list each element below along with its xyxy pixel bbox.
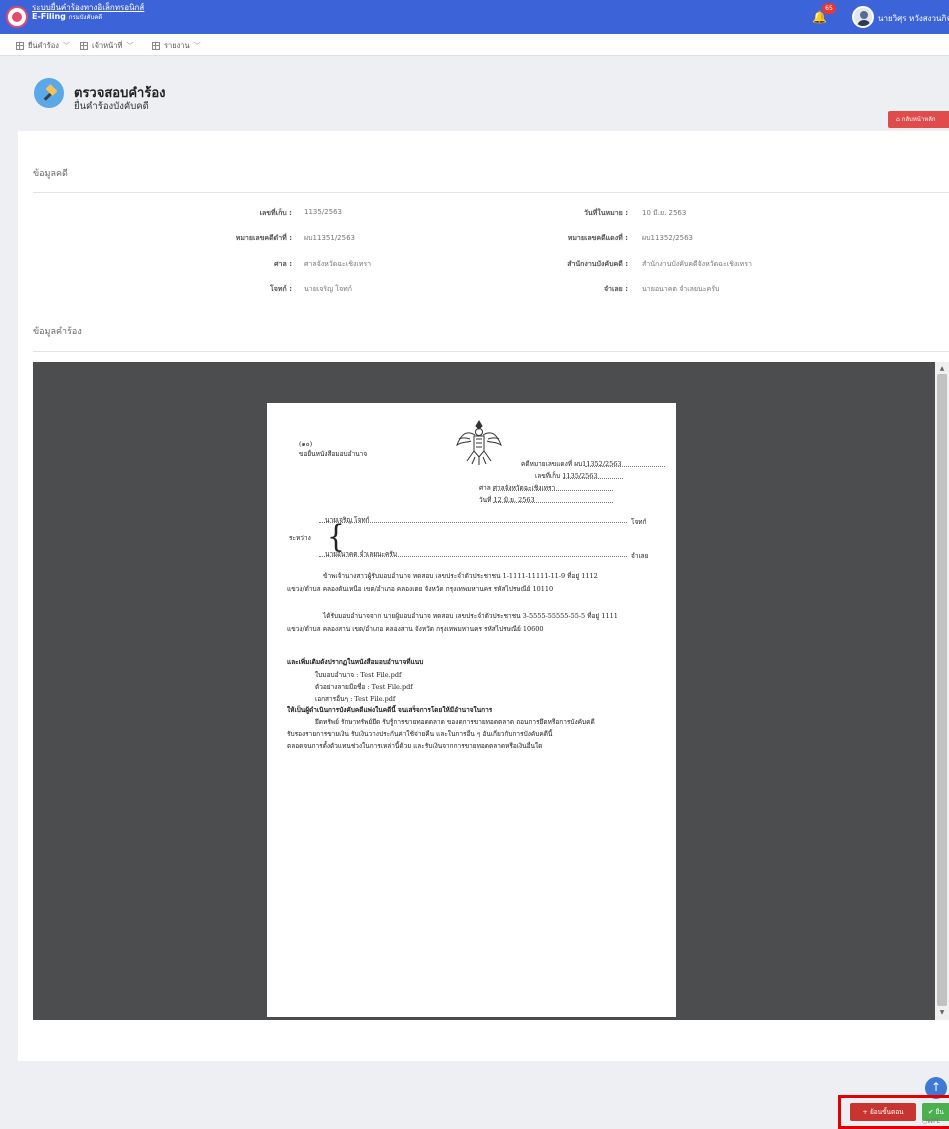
chevron-down-icon: ﹀ — [193, 42, 201, 50]
brand-line2: E-Filing กรมบังคับคดี — [32, 11, 103, 21]
menu-item-officer[interactable]: เจ้าหน้าที่ ﹀ — [80, 40, 133, 52]
scrollbar-thumb[interactable] — [937, 374, 947, 1006]
petition-info-title: ข้อมูลคำร้อง — [33, 327, 82, 337]
page-header: ตรวจสอบคำร้อง ยื่นคำร้องบังคับคดี — [0, 56, 949, 131]
user-menu[interactable]: นายวิศุร หวังสงวนกิจ ▾ — [878, 12, 949, 25]
chevron-down-icon: ﹀ — [126, 42, 134, 50]
brand[interactable]: ระบบยื่นคำร้องทางอิเล็กทรอนิกส์ E-Filing… — [32, 3, 144, 22]
back-home-button[interactable]: ⌂ กลับหน้าหลัก — [888, 111, 949, 128]
grid-icon — [80, 42, 88, 50]
gavel-icon — [34, 78, 64, 108]
divider — [33, 192, 949, 193]
menu-item-petition[interactable]: ยื่นคำร้อง ﹀ — [16, 40, 70, 52]
garuda-emblem-icon — [455, 420, 503, 465]
document-page: (๑๐) ขอยื่นหนังสือมอบอำนาจ คดีหมายเลขแดง… — [267, 403, 676, 1017]
notification-badge: 65 — [822, 3, 836, 14]
chevron-down-icon: ﹀ — [62, 42, 70, 50]
grid-icon — [152, 42, 160, 50]
step-back-button[interactable]: + ย้อนขั้นตอน — [850, 1103, 916, 1121]
menu-item-report[interactable]: รายงาน ﹀ — [152, 40, 201, 52]
case-info-title: ข้อมูลคดี — [33, 169, 68, 179]
footer-tag: ○WPE — [922, 1118, 941, 1125]
page-subtitle: ยื่นคำร้องบังคับคดี — [74, 101, 149, 112]
avatar[interactable] — [852, 6, 874, 28]
grid-icon — [16, 42, 24, 50]
top-navbar: ระบบยื่นคำร้องทางอิเล็กทรอนิกส์ E-Filing… — [0, 0, 949, 34]
menu-bar: ยื่นคำร้อง ﹀ เจ้าหน้าที่ ﹀ รายงาน ﹀ — [0, 34, 949, 56]
divider — [33, 351, 949, 352]
scroll-down-icon[interactable]: ▼ — [937, 1008, 947, 1017]
scroll-up-icon[interactable]: ▲ — [937, 364, 947, 373]
logo-icon[interactable] — [6, 6, 28, 28]
